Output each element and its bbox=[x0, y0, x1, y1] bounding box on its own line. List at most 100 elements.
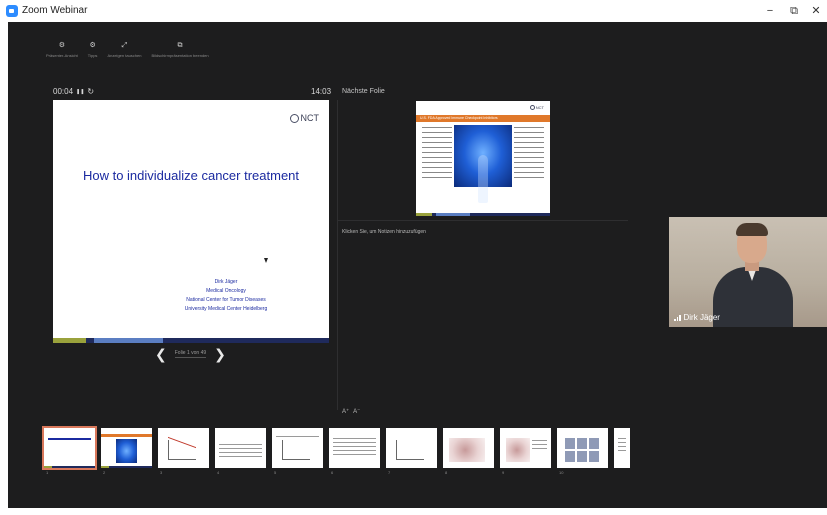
logo-ring-icon bbox=[529, 105, 535, 110]
participant-name: Dirk Jäger bbox=[683, 313, 720, 322]
signal-strength-icon bbox=[674, 314, 681, 321]
previous-slide-button[interactable]: ❮ bbox=[155, 347, 167, 361]
slide-author-block: Dirk Jäger Medical Oncology National Cen… bbox=[53, 278, 329, 314]
slide-thumbnail-10[interactable]: 10 bbox=[557, 428, 608, 475]
nct-logo: NCT bbox=[289, 113, 319, 123]
slide-thumbnail-1[interactable]: 1 bbox=[42, 426, 97, 475]
logo-ring-icon bbox=[289, 113, 299, 123]
pane-divider[interactable] bbox=[337, 100, 338, 410]
footer-segment bbox=[53, 338, 87, 343]
author-name: Dirk Jäger bbox=[214, 279, 238, 285]
swap-displays-tool[interactable]: ⤢ Anzeigen tauschen bbox=[107, 42, 141, 58]
thumb-histology-image bbox=[449, 438, 485, 462]
notes-area[interactable]: Klicken Sie, um Notizen hinzuzufügen bbox=[342, 229, 426, 235]
increase-font-button[interactable]: A⁺ bbox=[342, 408, 349, 415]
thumb-text bbox=[618, 438, 626, 454]
thumb-footer bbox=[44, 466, 95, 468]
human-body-image bbox=[454, 125, 512, 203]
pen-icon: ⚙ bbox=[89, 42, 96, 49]
body-silhouette-icon bbox=[478, 155, 488, 203]
close-button[interactable]: ✕ bbox=[808, 3, 824, 19]
participant-video[interactable] bbox=[669, 217, 827, 327]
window-title: Zoom Webinar bbox=[22, 5, 88, 16]
restore-button[interactable]: ⧉ bbox=[786, 3, 802, 19]
slide-thumbnail-5[interactable]: 5 bbox=[272, 428, 323, 475]
thumb-number: 9 bbox=[502, 470, 505, 475]
person-hair bbox=[736, 223, 768, 236]
footer-segment bbox=[436, 213, 470, 216]
slide-thumbnail-11[interactable]: 11 bbox=[614, 428, 630, 468]
slide-filmstrip: 1 2 3 4 5 6 7 8 9 10 11 bbox=[42, 426, 630, 475]
author-university: University Medical Center Heidelberg bbox=[184, 306, 268, 312]
footer-segment bbox=[86, 338, 95, 343]
slide-thumbnail-6[interactable]: 6 bbox=[329, 428, 380, 475]
slide-thumbnail-7[interactable]: 7 bbox=[386, 428, 437, 475]
thumb-number: 3 bbox=[160, 470, 163, 475]
tool-label: Präsenter-Ansicht bbox=[46, 53, 78, 58]
current-time: 14:03 bbox=[311, 87, 332, 96]
reset-icon[interactable]: ↻ bbox=[87, 87, 94, 96]
thumb-histology-image bbox=[506, 438, 530, 462]
slide-thumbnail-8[interactable]: 8 bbox=[443, 428, 494, 475]
thumb-number: 1 bbox=[46, 470, 49, 475]
decrease-font-button[interactable]: A⁻ bbox=[353, 408, 360, 415]
thumb-text bbox=[532, 440, 547, 452]
slideshow-timer: 00:04 ❚❚ ↻ bbox=[53, 87, 94, 96]
bottom-edge bbox=[0, 508, 827, 515]
slide-title: How to individualize cancer treatment bbox=[82, 168, 300, 183]
slide-thumbnail-2[interactable]: 2 bbox=[101, 428, 152, 475]
slide-thumbnail-4[interactable]: 4 bbox=[215, 428, 266, 475]
pointer-icon: ⚙ bbox=[58, 42, 66, 49]
footer-segment bbox=[469, 213, 550, 216]
thumb-title bbox=[48, 438, 91, 440]
thumb-text bbox=[276, 436, 319, 440]
title-bar: Zoom Webinar − ⧉ ✕ bbox=[0, 0, 827, 22]
slideshow-icon: ⧉ bbox=[177, 42, 183, 49]
author-center: National Center for Tumor Diseases bbox=[186, 297, 266, 303]
presenter-toolbar: ⚙ Präsenter-Ansicht ⚙ Tipps ⤢ Anzeigen t… bbox=[46, 42, 209, 58]
tool-label: Anzeigen tauschen bbox=[107, 53, 142, 58]
next-slide-footer-bar bbox=[416, 213, 550, 216]
thumb-number: 4 bbox=[217, 470, 220, 475]
next-slide-button[interactable]: ❯ bbox=[214, 347, 226, 361]
thumb-footer bbox=[101, 466, 152, 468]
thumb-number: 2 bbox=[103, 470, 106, 475]
tips-tool[interactable]: ⚙ Tipps bbox=[88, 42, 98, 58]
thumb-chart bbox=[396, 440, 424, 460]
tool-label: Tipps bbox=[87, 53, 98, 58]
notes-font-controls: A⁺ A⁻ bbox=[342, 408, 360, 415]
thumb-text bbox=[219, 444, 262, 460]
elapsed-time: 00:04 bbox=[53, 87, 74, 96]
thumb-number: 5 bbox=[274, 470, 277, 475]
next-slide-right-labels bbox=[514, 127, 544, 182]
current-slide[interactable]: NCT How to individualize cancer treatmen… bbox=[53, 100, 329, 343]
next-slide-heading: Nächste Folie bbox=[342, 88, 385, 95]
screen-swap-icon: ⤢ bbox=[121, 42, 128, 49]
end-slideshow-tool[interactable]: ⧉ Bildschirmpräsentation beenden bbox=[151, 42, 208, 58]
footer-segment bbox=[416, 213, 433, 216]
mouse-cursor-icon bbox=[264, 258, 268, 263]
slide-counter[interactable]: Folie 1 von 49 bbox=[174, 350, 207, 358]
slide-thumbnail-9[interactable]: 9 bbox=[500, 428, 551, 475]
thumb-chart bbox=[282, 440, 310, 460]
next-slide-left-labels bbox=[422, 127, 452, 182]
presenter-view-tool[interactable]: ⚙ Präsenter-Ansicht bbox=[46, 42, 78, 58]
zoom-logo-icon bbox=[6, 5, 18, 17]
next-slide-preview[interactable]: NCT U.S. FDA Approved Immune Checkpoint … bbox=[416, 101, 550, 216]
thumb-number: 6 bbox=[331, 470, 334, 475]
notes-divider[interactable] bbox=[338, 220, 628, 221]
slide-navigation: ❮ Folie 1 von 49 ❯ bbox=[155, 347, 226, 361]
pause-icon[interactable]: ❚❚ bbox=[76, 89, 84, 95]
thumb-number: 8 bbox=[445, 470, 448, 475]
footer-segment bbox=[94, 338, 164, 343]
minimize-button[interactable]: − bbox=[762, 3, 778, 19]
thumb-number: 7 bbox=[388, 470, 391, 475]
footer-segment bbox=[163, 338, 329, 343]
nct-logo: NCT bbox=[529, 105, 544, 110]
thumb-number: 10 bbox=[559, 470, 564, 475]
tool-label: Bildschirmpräsentation beenden bbox=[151, 53, 209, 58]
next-slide-title: U.S. FDA Approved Immune Checkpoint Inhi… bbox=[416, 115, 550, 122]
thumb-image-grid bbox=[565, 438, 599, 462]
participant-name-tag: Dirk Jäger bbox=[674, 313, 720, 322]
slide-thumbnail-3[interactable]: 3 bbox=[158, 428, 209, 475]
